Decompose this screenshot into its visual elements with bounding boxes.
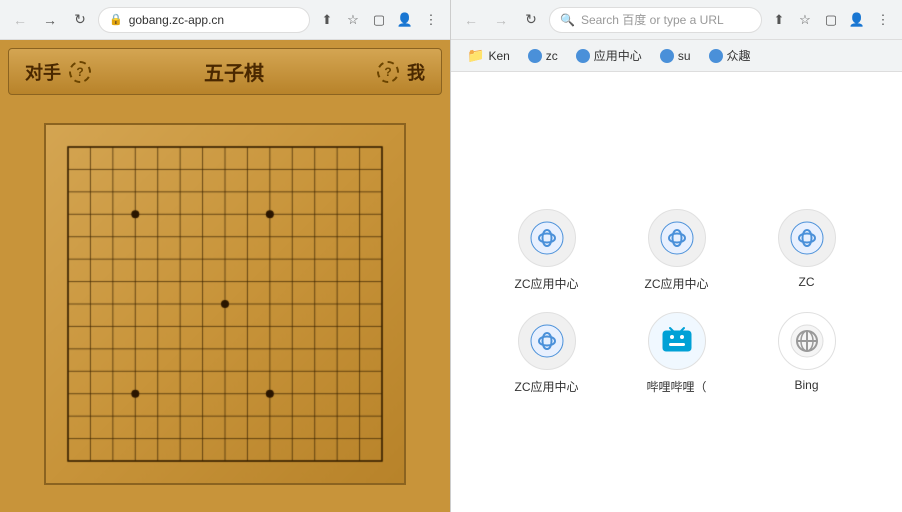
bookmark-su[interactable]: su	[652, 47, 699, 65]
shortcut-label-zc-1: ZC应用中心	[515, 275, 579, 292]
bookmark-zhongqu-label: 众趣	[727, 47, 751, 64]
bookmark-zc-icon	[528, 49, 542, 63]
my-help-button[interactable]: ?	[377, 61, 399, 83]
left-browser-window: ← → ↻ 🔒 gobang.zc-app.cn ⬆ ☆ ▢ 👤 ⋮ 对手 ? …	[0, 0, 451, 512]
right-back-button[interactable]: ←	[459, 8, 483, 32]
bookmark-ken[interactable]: 📁 Ken	[459, 45, 518, 66]
shortcut-zc-4[interactable]: ZC应用中心	[497, 312, 597, 395]
game-header: 对手 ? 五子棋 ? 我	[8, 48, 442, 95]
bookmark-app-center[interactable]: 应用中心	[568, 45, 650, 66]
bookmark-su-label: su	[678, 49, 691, 63]
forward-button[interactable]: →	[38, 8, 62, 32]
shortcut-label-zc-3: ZC	[799, 275, 815, 289]
new-tab-content: ZC应用中心 ZC应用中心	[451, 72, 902, 512]
game-content: 对手 ? 五子棋 ? 我	[0, 40, 450, 512]
shortcut-icon-zc-3	[778, 209, 836, 267]
right-bookmark-button[interactable]: ☆	[794, 9, 816, 31]
right-toolbar: ← → ↻ 🔍 Search 百度 or type a URL ⬆ ☆ ▢ 👤 …	[451, 0, 902, 40]
opponent-label: 对手	[25, 59, 61, 85]
lock-icon: 🔒	[109, 13, 123, 26]
bilibili-logo-svg	[659, 323, 695, 359]
search-engine-icon: 🔍	[560, 13, 575, 27]
right-share-button[interactable]: ⬆	[768, 9, 790, 31]
shortcut-label-bilibili: 哔哩哔哩（	[646, 378, 706, 395]
share-button[interactable]: ⬆	[316, 9, 338, 31]
tab-button[interactable]: ▢	[368, 9, 390, 31]
bookmarks-bar: 📁 Ken zc 应用中心 su 众趣	[451, 40, 902, 72]
opponent-help-button[interactable]: ?	[69, 61, 91, 83]
bookmark-ken-label: Ken	[488, 49, 509, 63]
shortcut-label-zc-2: ZC应用中心	[645, 275, 709, 292]
right-browser-window: ← → ↻ 🔍 Search 百度 or type a URL ⬆ ☆ ▢ 👤 …	[451, 0, 902, 512]
shortcut-icon-zc-2	[648, 209, 706, 267]
game-title: 五子棋	[204, 57, 264, 86]
bookmark-zhongqu-icon	[709, 49, 723, 63]
shortcut-label-bing: Bing	[794, 378, 818, 392]
bookmark-su-icon	[660, 49, 674, 63]
shortcut-bing[interactable]: Bing	[757, 312, 857, 395]
shortcut-zc-1[interactable]: ZC应用中心	[497, 209, 597, 292]
url-text: gobang.zc-app.cn	[129, 13, 224, 27]
bookmark-button[interactable]: ☆	[342, 9, 364, 31]
bookmark-zc-label: zc	[546, 49, 558, 63]
shortcut-bilibili[interactable]: 哔哩哔哩（	[627, 312, 727, 395]
bookmark-app-center-icon	[576, 49, 590, 63]
shortcuts-grid: ZC应用中心 ZC应用中心	[497, 209, 857, 395]
right-address-bar[interactable]: 🔍 Search 百度 or type a URL	[549, 7, 762, 33]
left-toolbar-actions: ⬆ ☆ ▢ 👤 ⋮	[316, 9, 442, 31]
board-container[interactable]	[8, 103, 442, 504]
refresh-button[interactable]: ↻	[68, 8, 92, 32]
folder-icon: 📁	[467, 47, 484, 64]
profile-button[interactable]: 👤	[394, 9, 416, 31]
bookmark-app-center-label: 应用中心	[594, 47, 642, 64]
my-label: 我	[407, 59, 425, 85]
shortcut-zc-2[interactable]: ZC应用中心	[627, 209, 727, 292]
right-more-button[interactable]: ⋮	[872, 9, 894, 31]
shortcut-label-zc-4: ZC应用中心	[515, 378, 579, 395]
zc-logo-svg-4	[529, 323, 565, 359]
zc-logo-svg-3	[789, 220, 825, 256]
shortcut-icon-bilibili	[648, 312, 706, 370]
zc-logo-svg-2	[659, 220, 695, 256]
opponent-section: 对手 ?	[25, 59, 91, 85]
bookmark-zhongqu[interactable]: 众趣	[701, 45, 759, 66]
right-forward-button[interactable]: →	[489, 8, 513, 32]
shortcut-icon-bing	[778, 312, 836, 370]
bookmark-zc[interactable]: zc	[520, 47, 566, 65]
back-button[interactable]: ←	[8, 8, 32, 32]
shortcut-icon-zc-1	[518, 209, 576, 267]
my-section: ? 我	[377, 59, 425, 85]
bing-logo-svg	[789, 323, 825, 359]
right-toolbar-actions: ⬆ ☆ ▢ 👤 ⋮	[768, 9, 894, 31]
more-button[interactable]: ⋮	[420, 9, 442, 31]
right-refresh-button[interactable]: ↻	[519, 8, 543, 32]
shortcut-icon-zc-4	[518, 312, 576, 370]
search-placeholder-text: Search 百度 or type a URL	[581, 11, 724, 28]
left-address-bar[interactable]: 🔒 gobang.zc-app.cn	[98, 7, 310, 33]
right-profile-button[interactable]: 👤	[846, 9, 868, 31]
shortcut-zc-3[interactable]: ZC	[757, 209, 857, 292]
zc-logo-svg-1	[529, 220, 565, 256]
right-tab-button[interactable]: ▢	[820, 9, 842, 31]
game-board[interactable]	[44, 123, 406, 485]
left-toolbar: ← → ↻ 🔒 gobang.zc-app.cn ⬆ ☆ ▢ 👤 ⋮	[0, 0, 450, 40]
